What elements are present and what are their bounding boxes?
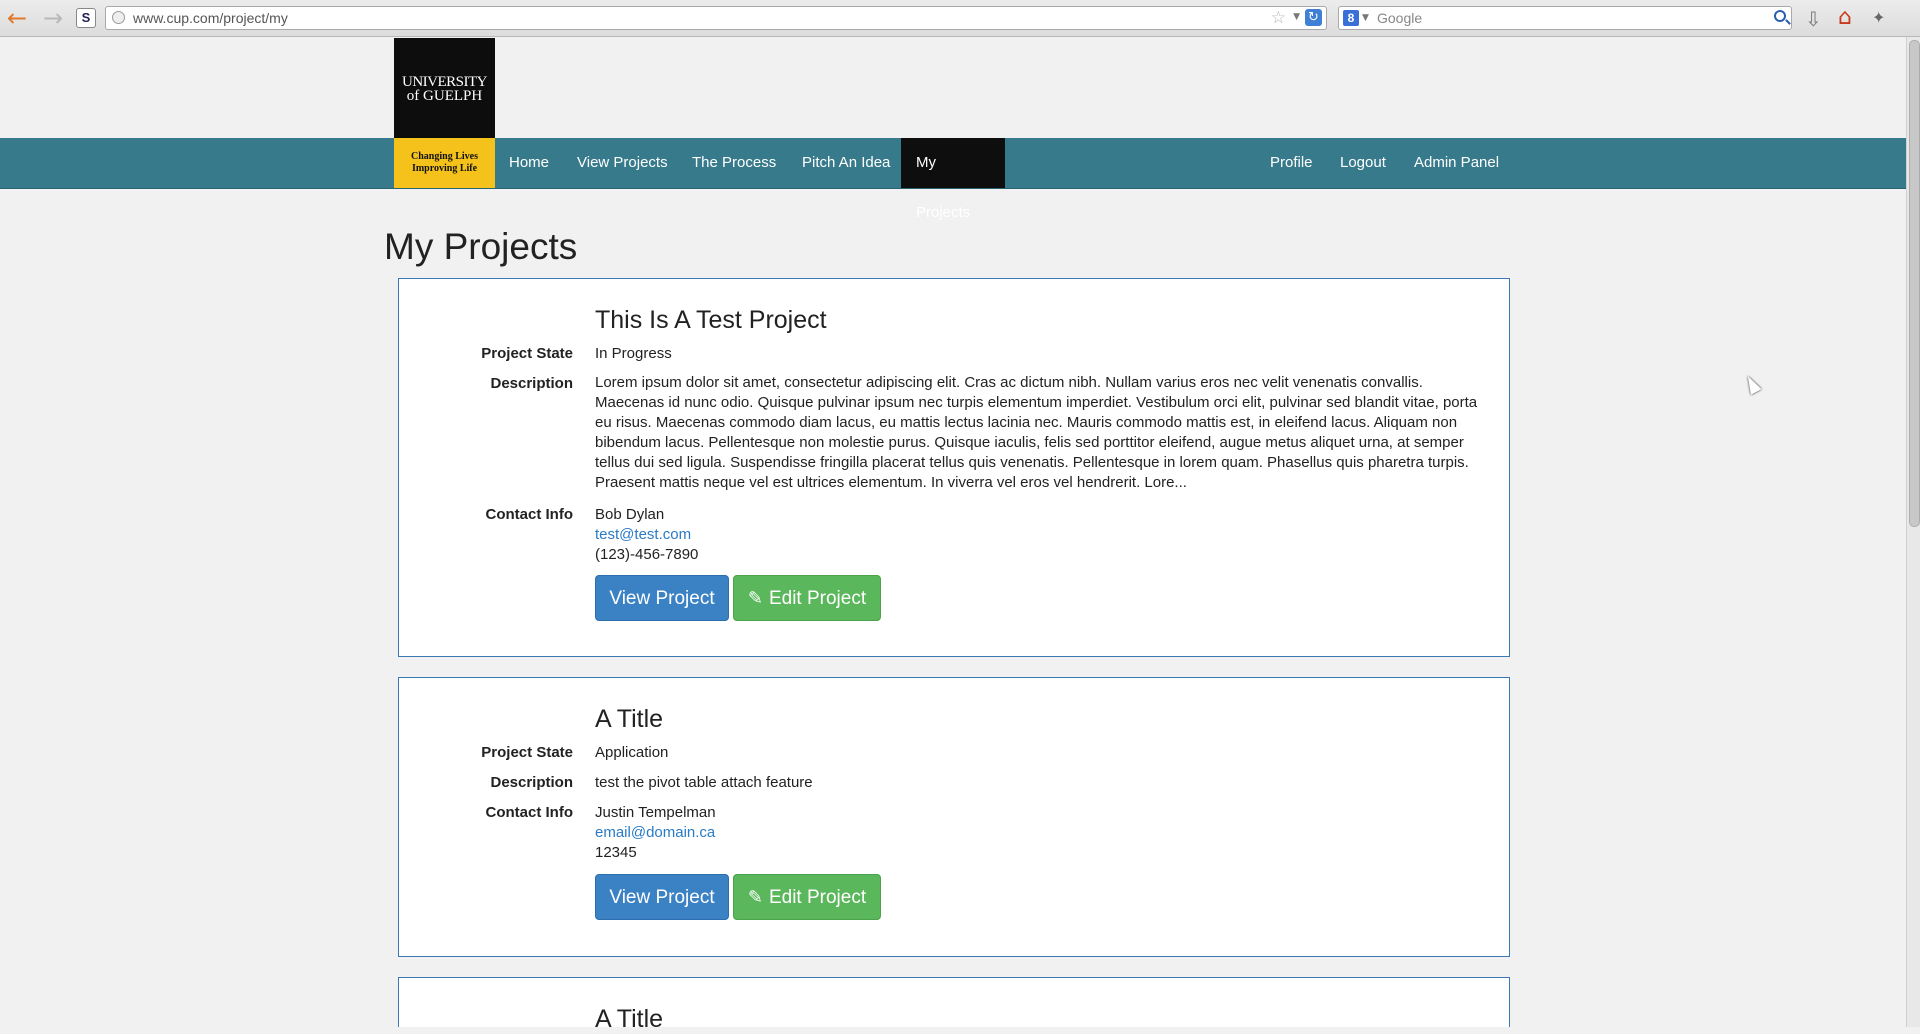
site-identity-icon[interactable] [112, 11, 125, 24]
edit-project-label: Edit Project [768, 887, 867, 908]
project-title: A Title [595, 1005, 664, 1033]
address-bar[interactable]: www.cup.com/project/my ☆ ▼ ↻ [105, 6, 1327, 30]
contact-email-link[interactable]: email@domain.ca [595, 824, 715, 841]
project-state-label: Project State [481, 345, 573, 362]
back-arrow-icon[interactable]: ← [4, 5, 30, 31]
logo-tagline: Changing Lives Improving Life [394, 138, 495, 188]
edit-project-button[interactable]: ✎ Edit Project [733, 874, 881, 920]
view-project-button[interactable]: View Project [595, 575, 729, 621]
bookmark-star-icon[interactable]: ☆ [1271, 8, 1286, 28]
contact-email-link[interactable]: test@test.com [595, 526, 691, 543]
project-state-label: Project State [481, 744, 573, 761]
nav-logout[interactable]: Logout [1325, 138, 1401, 188]
nav-the-process[interactable]: The Process [677, 138, 791, 188]
project-card: This Is A Test Project Project State In … [398, 278, 1510, 657]
description-label: Description [490, 774, 573, 791]
browser-toolbar: ← → S www.cup.com/project/my ☆ ▼ ↻ 8 ▼ G… [0, 0, 1920, 37]
search-icon[interactable] [1774, 10, 1786, 22]
nav-profile[interactable]: Profile [1255, 138, 1328, 188]
project-title: This Is A Test Project [595, 306, 827, 334]
page-title: My Projects [384, 226, 578, 267]
contact-name: Justin Tempelman [595, 804, 716, 821]
pencil-icon: ✎ [747, 887, 763, 908]
edit-project-button[interactable]: ✎ Edit Project [733, 575, 881, 621]
nav-pitch-an-idea[interactable]: Pitch An Idea [787, 138, 905, 188]
description-text: Lorem ipsum dolor sit amet, consectetur … [595, 374, 1478, 491]
project-card: A Title [398, 977, 1510, 1033]
addon-icon[interactable]: ✦ [1872, 8, 1885, 27]
project-card: A Title Project State Application Descri… [398, 677, 1510, 957]
nav-admin-panel[interactable]: Admin Panel [1399, 138, 1514, 188]
nav-view-projects[interactable]: View Projects [562, 138, 683, 188]
home-icon[interactable]: ⌂ [1838, 5, 1852, 30]
description-text: test the pivot table attach feature [595, 774, 813, 791]
search-box[interactable]: 8 ▼ Google [1338, 6, 1792, 30]
logo-line2: of GUELPH [406, 88, 483, 104]
contact-name: Bob Dylan [595, 506, 665, 523]
nav-home[interactable]: Home [494, 138, 564, 188]
description-label: Description [490, 375, 573, 392]
reload-icon[interactable]: ↻ [1305, 9, 1322, 26]
contact-info-label: Contact Info [485, 506, 574, 523]
project-state-value: Application [595, 744, 669, 761]
contact-phone: (123)-456-7890 [595, 546, 699, 563]
scrollbar-thumb[interactable] [1909, 40, 1920, 527]
url-history-dropdown-icon[interactable]: ▼ [1293, 12, 1300, 22]
extension-s-icon[interactable]: S [76, 8, 96, 28]
downloads-icon[interactable]: ⇩ [1805, 7, 1822, 31]
contact-info-label: Contact Info [485, 804, 574, 821]
mouse-cursor-icon [1742, 373, 1762, 395]
search-engine-icon[interactable]: 8 [1343, 10, 1359, 26]
contact-phone: 12345 [595, 844, 637, 861]
logo-tagline-line1: Changing Lives [411, 151, 478, 162]
nav-my-projects[interactable]: My Projects [901, 138, 1005, 221]
forward-arrow-icon[interactable]: → [40, 5, 66, 31]
search-engine-dropdown-icon[interactable]: ▼ [1362, 13, 1369, 23]
university-logo[interactable]: UNIVERSITY of GUELPH Changing Lives Impr… [394, 38, 495, 188]
pencil-icon: ✎ [747, 588, 763, 609]
logo-tagline-line2: Improving Life [411, 163, 478, 174]
view-project-button[interactable]: View Project [595, 874, 729, 920]
project-state-value: In Progress [595, 345, 672, 362]
logo-wordmark: UNIVERSITY of GUELPH [394, 38, 495, 138]
url-text[interactable]: www.cup.com/project/my [133, 10, 288, 26]
project-title: A Title [595, 705, 664, 733]
search-input[interactable]: Google [1377, 10, 1422, 26]
page-scrollbar[interactable] [1906, 37, 1920, 1027]
edit-project-label: Edit Project [768, 588, 867, 609]
